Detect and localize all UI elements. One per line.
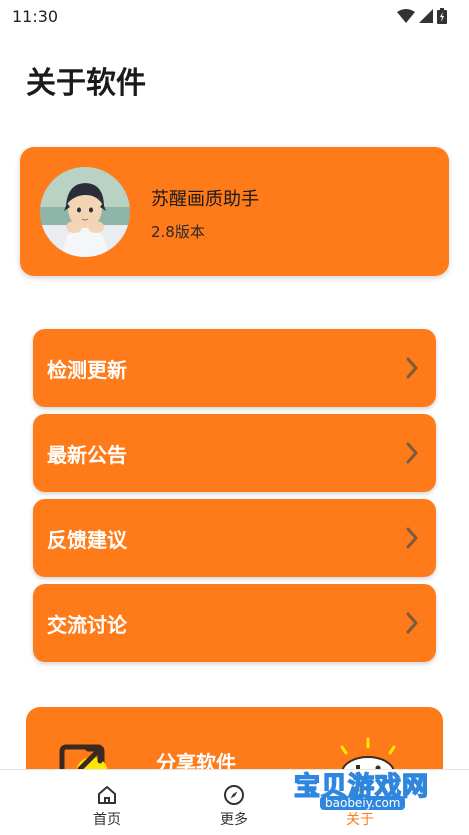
home-icon: [98, 786, 116, 804]
nav-label: 首页: [93, 812, 121, 828]
chevron-right-icon: [402, 611, 422, 635]
bottom-nav: 首页 更多 关于: [0, 769, 469, 835]
nav-home[interactable]: 首页: [77, 784, 137, 829]
chevron-right-icon: [402, 356, 422, 380]
nav-about[interactable]: 关于: [330, 784, 390, 829]
latest-announcement-button[interactable]: 最新公告: [33, 414, 436, 492]
app-info: 苏醒画质助手 2.8版本: [151, 185, 259, 242]
check-update-button[interactable]: 检测更新: [33, 329, 436, 407]
status-icons: [397, 8, 447, 24]
battery-icon: [437, 8, 447, 24]
menu-item-label: 检测更新: [47, 357, 127, 382]
nav-label: 更多: [220, 812, 248, 828]
menu-item-label: 最新公告: [47, 442, 127, 467]
status-bar: 11:30: [0, 0, 469, 32]
app-version: 2.8版本: [151, 223, 205, 241]
menu-item-label: 交流讨论: [47, 612, 127, 637]
discussion-button[interactable]: 交流讨论: [33, 584, 436, 662]
chevron-right-icon: [402, 526, 422, 550]
nav-label: 关于: [346, 812, 374, 828]
app-info-card: 苏醒画质助手 2.8版本: [20, 147, 449, 276]
info-icon: [350, 785, 370, 805]
avatar: [40, 167, 130, 257]
app-name: 苏醒画质助手: [151, 189, 259, 210]
wifi-icon: [397, 9, 415, 23]
signal-icon: [419, 9, 433, 23]
page-title: 关于软件: [26, 66, 146, 101]
feedback-button[interactable]: 反馈建议: [33, 499, 436, 577]
status-time: 11:30: [12, 6, 59, 26]
menu-item-label: 反馈建议: [47, 527, 127, 552]
chevron-right-icon: [402, 441, 422, 465]
compass-icon: [224, 785, 244, 805]
nav-more[interactable]: 更多: [204, 784, 264, 829]
